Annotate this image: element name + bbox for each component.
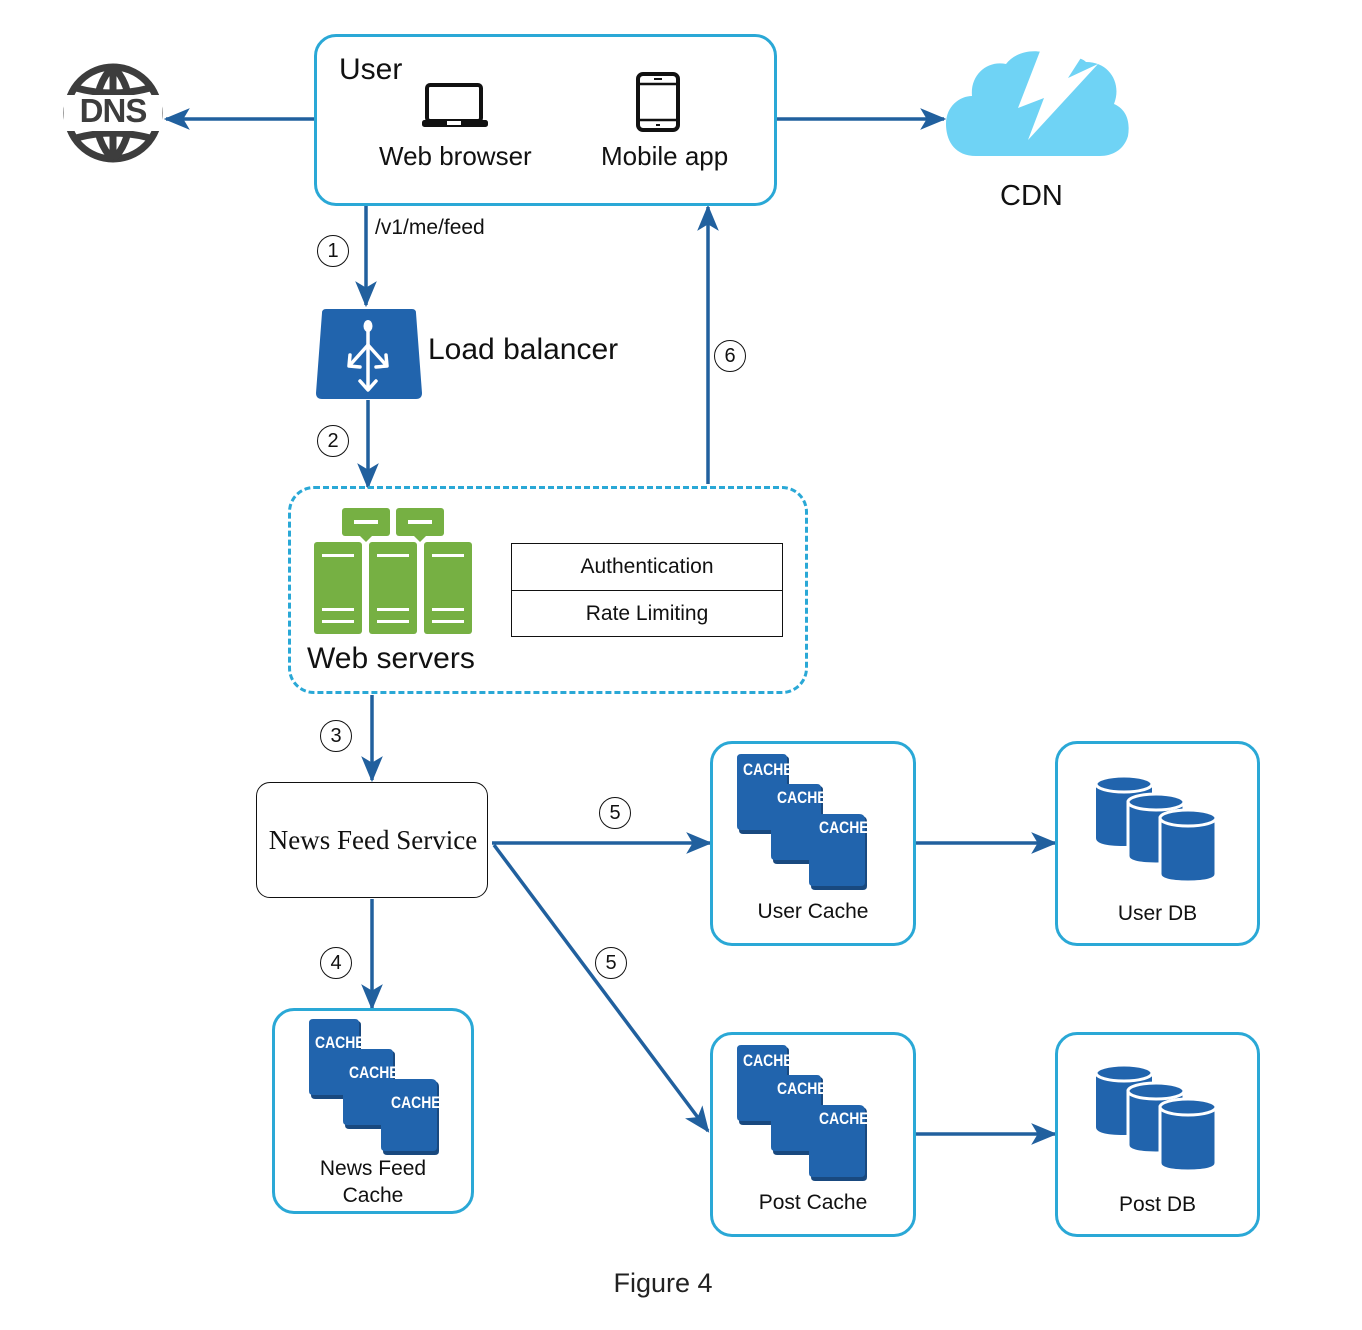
mobile-phone-icon xyxy=(636,72,680,132)
database-cluster-icon xyxy=(1094,1063,1218,1173)
cache-chip-label: CACHE xyxy=(743,1051,793,1070)
post-cache-label: Post Cache xyxy=(758,1191,868,1214)
middleware-authentication: Authentication xyxy=(580,555,714,578)
cache-chip-label: CACHE xyxy=(391,1093,441,1112)
laptop-icon xyxy=(422,83,488,127)
dns-label: DNS xyxy=(79,92,148,129)
post-cache-node[interactable]: CACHE CACHE CACHE Post Cache xyxy=(710,1032,916,1237)
cache-chip-label: CACHE xyxy=(315,1033,365,1052)
cache-chip-label: CACHE xyxy=(819,1109,869,1128)
post-db-node[interactable]: Post DB xyxy=(1055,1032,1260,1237)
cdn-node[interactable]: CDN xyxy=(944,44,1130,214)
cache-chip-label: CACHE xyxy=(777,788,827,807)
client-mobile-app[interactable]: Mobile app xyxy=(597,71,757,171)
step-badge-5-user-cache: 5 xyxy=(599,797,631,829)
client-web-browser-label: Web browser xyxy=(379,141,532,171)
request-endpoint-label: /v1/me/feed xyxy=(375,216,485,239)
step-badge-1: 1 xyxy=(317,235,349,267)
web-servers-label: Web servers xyxy=(307,642,475,675)
dns-node[interactable]: DNS xyxy=(62,62,164,164)
step-badge-5-post-cache: 5 xyxy=(595,947,627,979)
cache-stack-icon: CACHE CACHE CACHE xyxy=(735,754,871,890)
cache-stack-icon: CACHE CACHE CACHE xyxy=(735,1045,871,1181)
news-feed-cache-label-line1: News Feed xyxy=(319,1157,427,1180)
step-badge-2: 2 xyxy=(317,425,349,457)
news-feed-cache-node[interactable]: CACHE CACHE CACHE News Feed Cache xyxy=(272,1008,474,1214)
news-feed-service-node[interactable]: News Feed Service xyxy=(256,782,488,898)
step-badge-4: 4 xyxy=(320,947,352,979)
middleware-rate-limiting: Rate Limiting xyxy=(512,590,782,637)
database-cluster-icon xyxy=(1094,774,1218,884)
load-balancer-icon xyxy=(316,309,422,399)
news-feed-service-label: News Feed Service xyxy=(268,825,478,855)
user-db-node[interactable]: User DB xyxy=(1055,741,1260,946)
cache-chip-label: CACHE xyxy=(349,1063,399,1082)
cdn-label: CDN xyxy=(1000,180,1063,212)
figure-caption: Figure 4 xyxy=(613,1268,713,1298)
cache-chip-label: CACHE xyxy=(743,760,793,779)
client-mobile-app-label: Mobile app xyxy=(601,141,729,171)
user-db-label: User DB xyxy=(1117,902,1198,925)
web-servers-node[interactable]: Web servers xyxy=(306,508,496,678)
client-web-browser[interactable]: Web browser xyxy=(373,81,543,171)
cloud-lightning-icon xyxy=(946,46,1129,156)
user-clients-box[interactable]: User Web browser Mobile app xyxy=(314,34,777,206)
cache-chip-label: CACHE xyxy=(819,818,869,837)
news-feed-cache-label-line2: Cache xyxy=(342,1184,404,1207)
cache-chip-label: CACHE xyxy=(777,1079,827,1098)
server-rack-icon xyxy=(314,508,472,634)
middleware-table: Authentication Rate Limiting xyxy=(511,543,783,637)
user-cache-node[interactable]: CACHE CACHE CACHE User Cache xyxy=(710,741,916,946)
arrow-news-feed-service-to-post-cache xyxy=(492,843,710,1133)
step-badge-3: 3 xyxy=(320,720,352,752)
user-cache-label: User Cache xyxy=(757,900,869,923)
cache-stack-icon: CACHE CACHE CACHE xyxy=(307,1019,443,1155)
load-balancer-node[interactable]: Load balancer xyxy=(314,305,634,403)
post-db-label: Post DB xyxy=(1118,1193,1197,1216)
step-badge-6: 6 xyxy=(714,340,746,372)
load-balancer-label: Load balancer xyxy=(428,333,619,366)
